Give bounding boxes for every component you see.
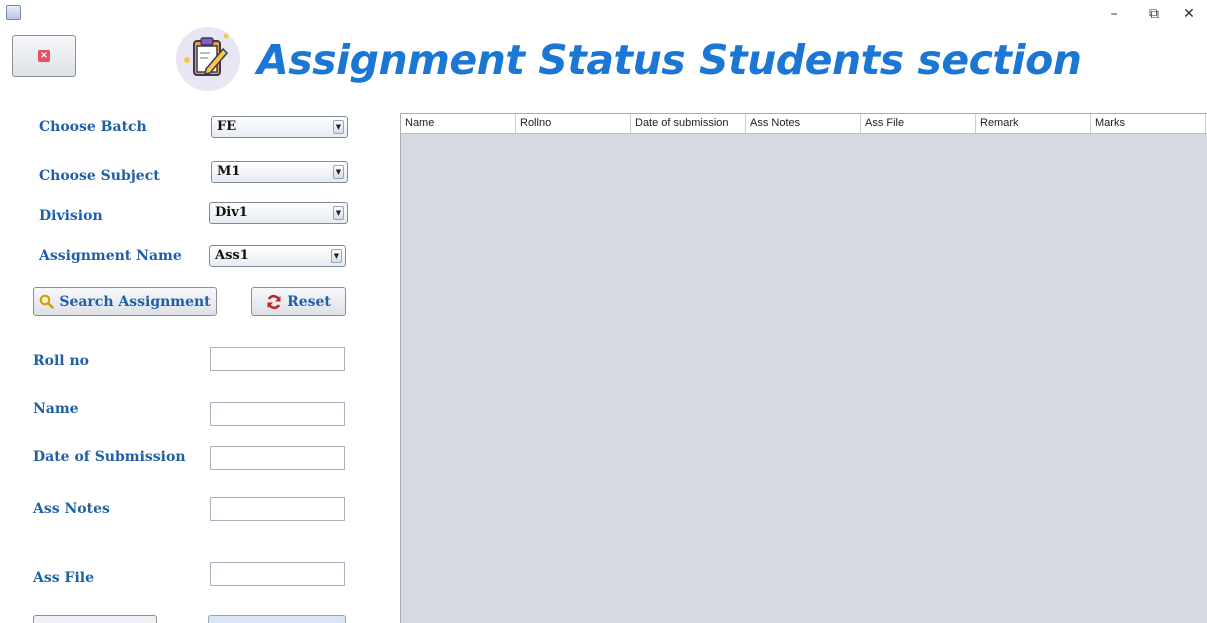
assignment-name-label: Assignment Name bbox=[39, 248, 182, 264]
window-close-icon[interactable]: ✕ bbox=[1179, 6, 1199, 22]
maximize-icon[interactable]: ⧉ bbox=[1144, 6, 1164, 22]
chevron-down-icon: ▼ bbox=[331, 249, 342, 263]
search-icon bbox=[40, 294, 55, 309]
bottom-right-button[interactable] bbox=[208, 615, 346, 623]
division-label: Division bbox=[39, 208, 103, 224]
assignment-status-table[interactable]: Name Rollno Date of submission Ass Notes Ass… bbox=[400, 113, 1207, 623]
division-select-value: Div1 bbox=[215, 205, 248, 220]
roll-no-label: Roll no bbox=[33, 353, 89, 369]
app-icon bbox=[6, 5, 21, 20]
assignment-select-value: Ass1 bbox=[215, 248, 249, 263]
subject-select[interactable]: M1 ▼ bbox=[211, 161, 348, 183]
search-assignment-button[interactable]: Search Assignment bbox=[33, 287, 217, 316]
choose-subject-label: Choose Subject bbox=[39, 168, 160, 184]
ass-notes-field[interactable] bbox=[210, 497, 345, 521]
column-header[interactable]: Marks bbox=[1091, 114, 1206, 133]
refresh-icon bbox=[267, 294, 281, 309]
subject-select-value: M1 bbox=[217, 164, 241, 179]
minimize-icon[interactable]: – bbox=[1104, 6, 1124, 22]
name-label: Name bbox=[33, 401, 79, 417]
column-header[interactable]: Name bbox=[401, 114, 516, 133]
bottom-left-button[interactable] bbox=[33, 615, 157, 623]
close-square-icon: × bbox=[38, 50, 50, 62]
roll-no-field[interactable] bbox=[210, 347, 345, 371]
table-header: Name Rollno Date of submission Ass Notes Ass… bbox=[401, 114, 1207, 134]
column-header[interactable]: Ass File bbox=[861, 114, 976, 133]
column-header[interactable]: Rollno bbox=[516, 114, 631, 133]
ass-file-field[interactable] bbox=[210, 562, 345, 586]
chevron-down-icon: ▼ bbox=[333, 165, 344, 179]
column-header[interactable]: Remark bbox=[976, 114, 1091, 133]
date-of-submission-label: Date of Submission bbox=[33, 449, 186, 465]
choose-batch-label: Choose Batch bbox=[39, 119, 147, 135]
column-header[interactable]: Date of submission bbox=[631, 114, 746, 133]
batch-select-value: FE bbox=[217, 119, 237, 134]
division-select[interactable]: Div1 ▼ bbox=[209, 202, 348, 224]
close-button[interactable]: × bbox=[12, 35, 76, 77]
reset-button[interactable]: Reset bbox=[251, 287, 346, 316]
search-assignment-label: Search Assignment bbox=[59, 293, 211, 310]
column-header[interactable]: Ass Notes bbox=[746, 114, 861, 133]
chevron-down-icon: ▼ bbox=[333, 206, 344, 220]
date-of-submission-field[interactable] bbox=[210, 446, 345, 470]
reset-label: Reset bbox=[287, 293, 331, 310]
page-title: Assignment Status Students section bbox=[257, 36, 1082, 84]
assignment-select[interactable]: Ass1 ▼ bbox=[209, 245, 346, 267]
name-field[interactable] bbox=[210, 402, 345, 426]
clipboard-edit-icon bbox=[176, 27, 240, 91]
batch-select[interactable]: FE ▼ bbox=[211, 116, 348, 138]
ass-notes-label: Ass Notes bbox=[33, 501, 110, 517]
ass-file-label: Ass File bbox=[33, 570, 94, 586]
chevron-down-icon: ▼ bbox=[333, 120, 344, 134]
